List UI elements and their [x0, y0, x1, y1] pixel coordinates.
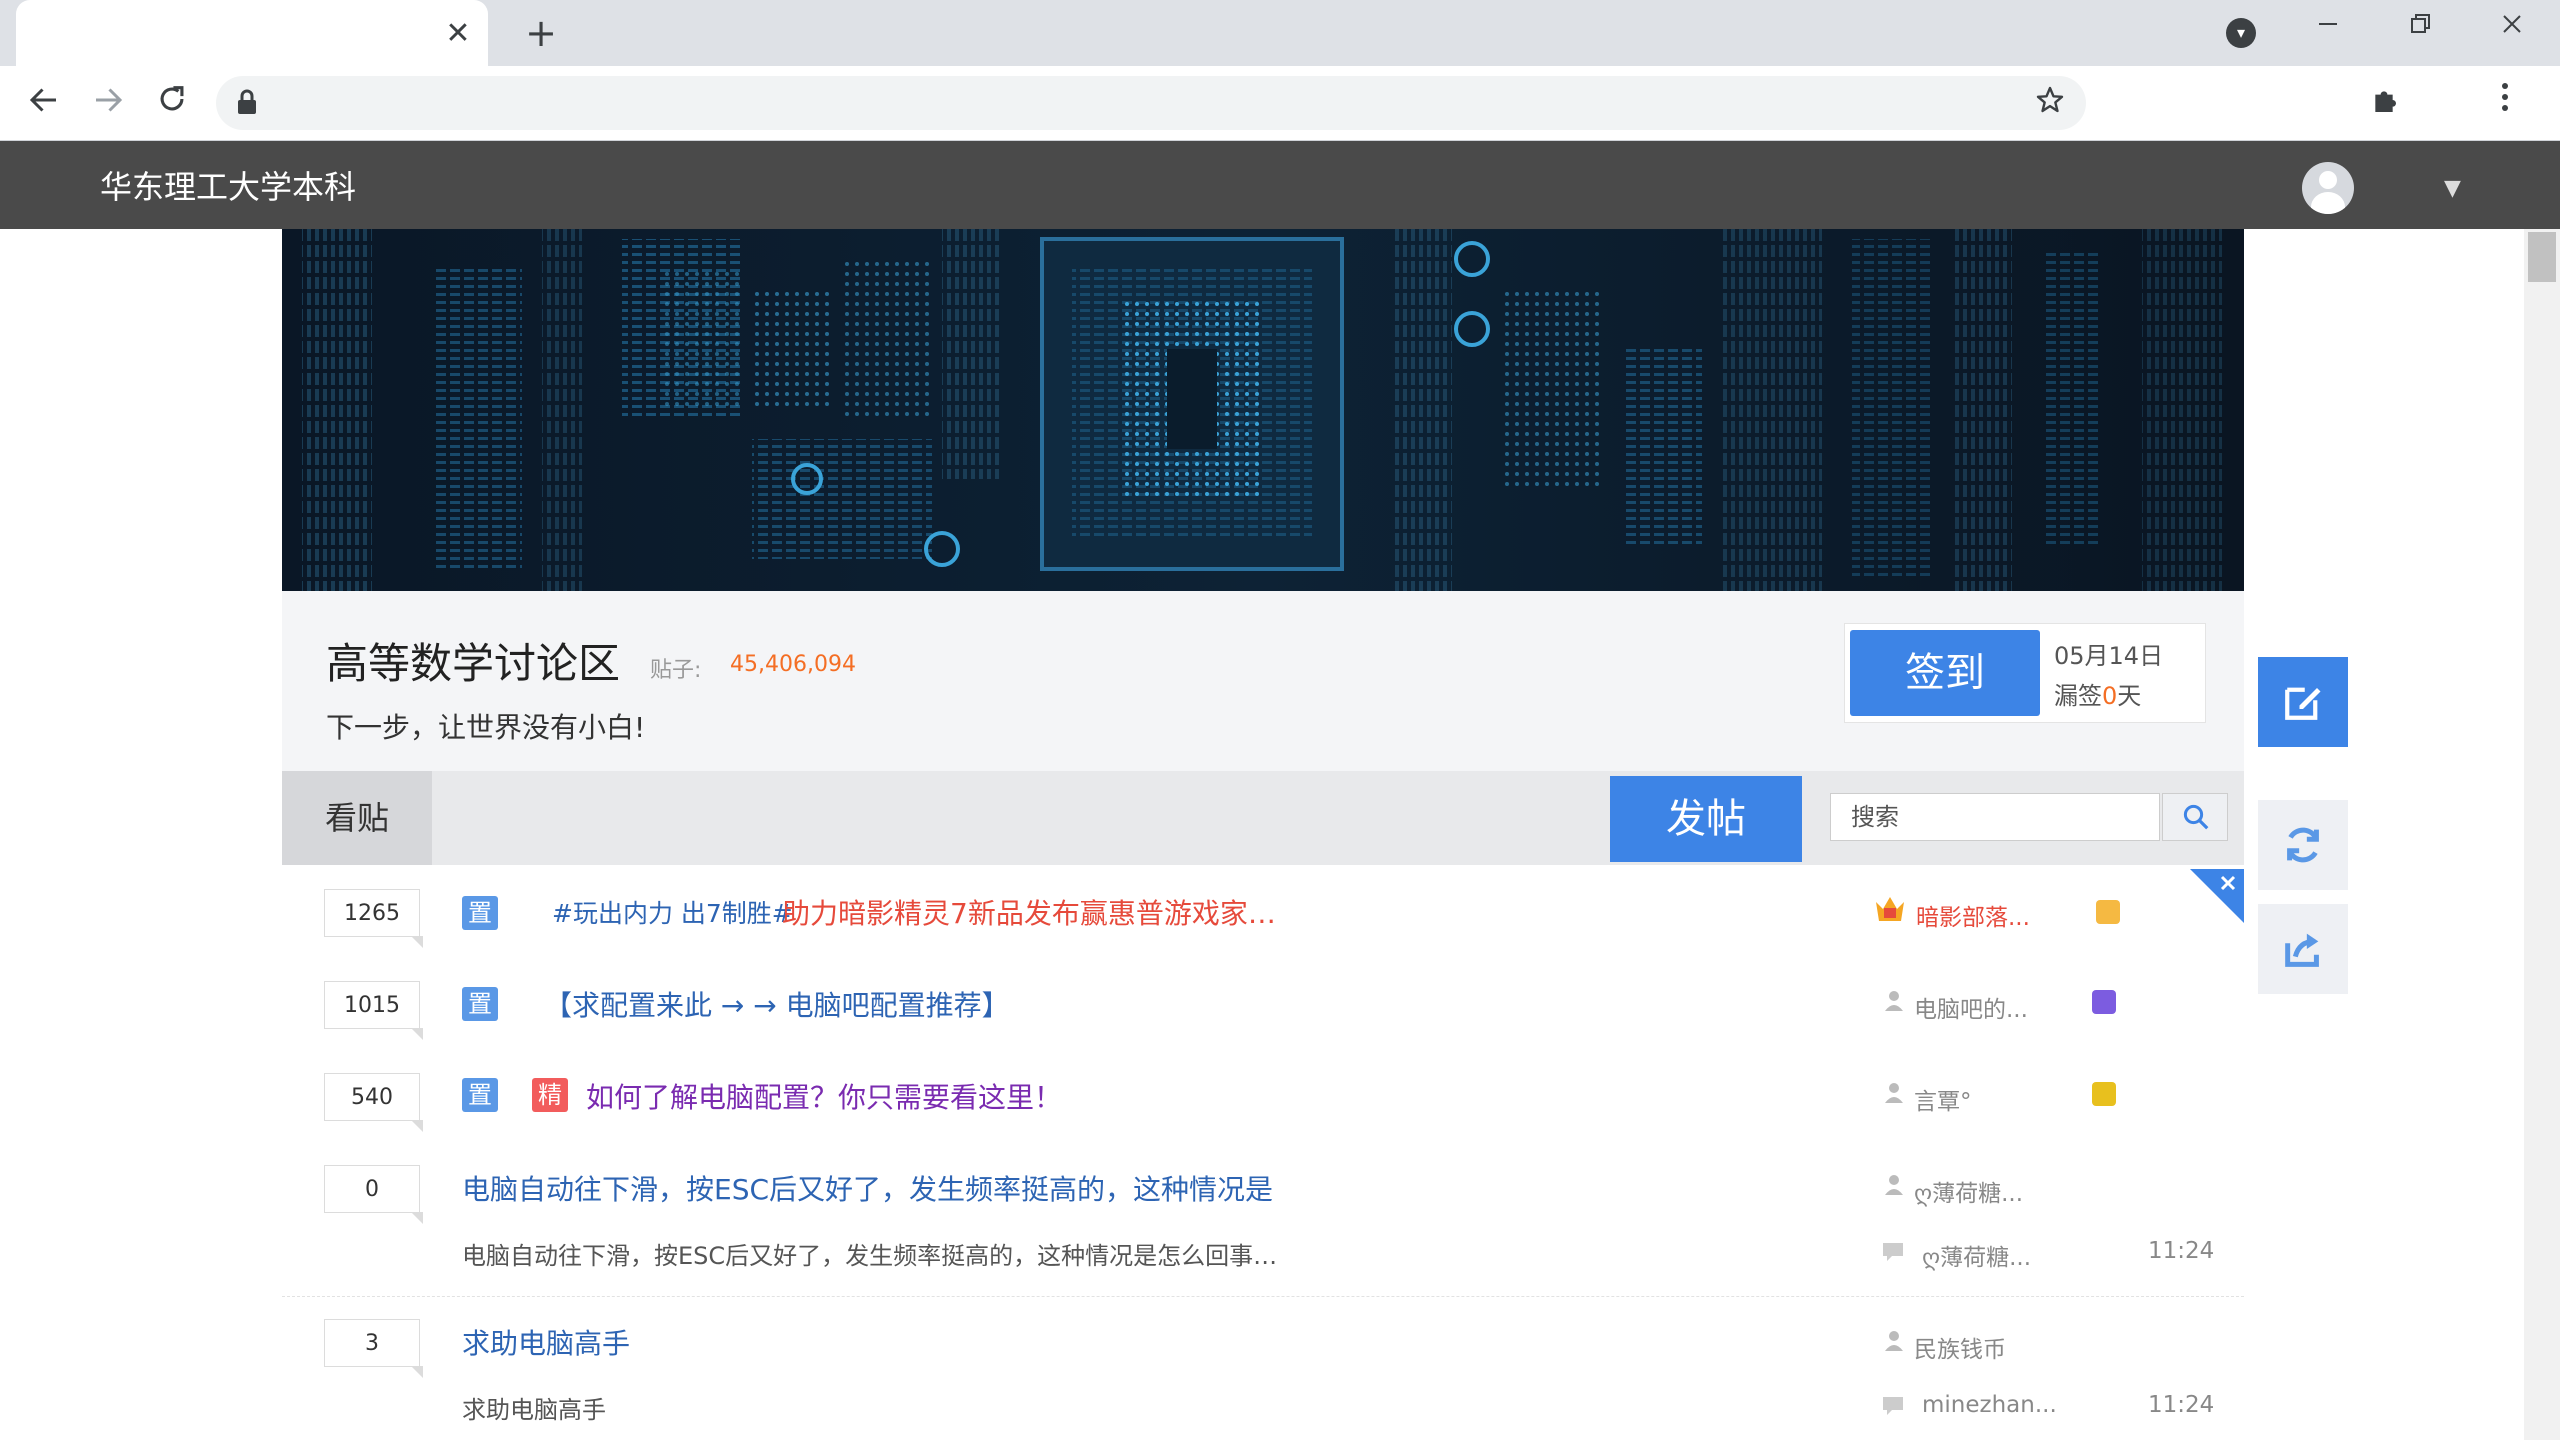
thread-author[interactable]: 言覃°: [1914, 1082, 1972, 1116]
thread-summary: 电脑自动往下滑，按ESC后又好了，发生频率挺高的，这种情况是怎么回事…: [462, 1242, 1278, 1270]
user-level-icon: [2092, 990, 2116, 1014]
edit-icon: [2282, 681, 2324, 727]
thread-title[interactable]: 如何了解电脑配置？你只需要看这里！: [586, 1076, 1062, 1116]
user-icon: [1884, 990, 1904, 1016]
thread-title[interactable]: 电脑自动往下滑，按ESC后又好了，发生频率挺高的，这种情况是: [462, 1168, 1273, 1208]
thread-author[interactable]: 暗影部落...: [1916, 898, 2030, 932]
arrow-right-icon[interactable]: [86, 82, 130, 126]
restore-icon[interactable]: [2390, 8, 2450, 48]
signin-date: 05月14日: [2054, 642, 2164, 670]
forum-banner-image: [282, 229, 2244, 591]
featured-tag: 精: [532, 1078, 568, 1112]
share-button[interactable]: [2258, 904, 2348, 994]
thread-title[interactable]: 求助电脑高手: [462, 1322, 630, 1362]
signin-missed-count: 0: [2102, 682, 2118, 710]
window-close-icon[interactable]: [2482, 8, 2542, 48]
last-reply-time: 11:24: [2148, 1238, 2215, 1264]
address-bar[interactable]: [216, 76, 2086, 130]
thread-author[interactable]: 民族钱币: [1914, 1330, 2006, 1364]
thread-title[interactable]: 助力暗影精灵7新品发布赢惠普游戏家…: [782, 892, 1276, 932]
reply-count: 1265: [324, 889, 423, 948]
site-name[interactable]: 华东理工大学本科: [100, 162, 356, 208]
site-header-bar: [0, 141, 2560, 229]
close-ad-icon[interactable]: [2190, 869, 2244, 927]
comment-icon: [1882, 1396, 1904, 1420]
star-icon[interactable]: [2034, 84, 2066, 125]
last-reply-author[interactable]: ღ薄荷糖...: [1922, 1238, 2031, 1272]
page-scrollbar[interactable]: [2524, 229, 2560, 1440]
crown-icon: [1874, 894, 1906, 928]
refresh-button[interactable]: [2258, 800, 2348, 890]
tab-view-posts[interactable]: 看贴: [282, 771, 432, 865]
comment-icon: [1882, 1242, 1904, 1266]
minimize-icon[interactable]: [2298, 8, 2358, 48]
reply-count: 3: [324, 1319, 423, 1378]
chevron-down-icon[interactable]: ▼: [2444, 176, 2461, 201]
user-level-icon: [2092, 1082, 2116, 1106]
signin-missed-days: 漏签0天: [2054, 676, 2141, 711]
thread-author[interactable]: 电脑吧的...: [1914, 990, 2028, 1024]
avatar[interactable]: [2302, 162, 2354, 214]
row-divider: [282, 1296, 2244, 1297]
pinned-tag: 置项: [462, 1078, 498, 1143]
search-button[interactable]: [2162, 793, 2228, 841]
kebab-menu-icon[interactable]: [2500, 80, 2510, 123]
edit-button[interactable]: [2258, 657, 2348, 747]
signin-button[interactable]: 签到: [1850, 630, 2040, 716]
tab-close-icon[interactable]: ✕: [438, 14, 478, 54]
reply-count: 1015: [324, 981, 423, 1040]
pinned-tag: 置项: [462, 987, 498, 1052]
user-icon: [1884, 1082, 1904, 1108]
arrow-left-icon[interactable]: [22, 82, 66, 126]
last-reply-author[interactable]: minezhan...: [1922, 1392, 2057, 1418]
refresh-icon: [2280, 822, 2326, 872]
tab-search-icon[interactable]: ▾: [2226, 18, 2256, 48]
browser-tab[interactable]: [16, 0, 488, 66]
thread-title[interactable]: 【求配置来此 → → 电脑吧配置推荐】: [544, 984, 1010, 1024]
post-count-label: 贴子:: [650, 658, 702, 683]
user-icon: [1884, 1174, 1904, 1200]
new-post-button[interactable]: 发帖: [1610, 776, 1802, 862]
search-icon: [2181, 802, 2211, 836]
signin-missed-suffix: 天: [2117, 682, 2142, 710]
reload-icon[interactable]: [150, 82, 194, 126]
pinned-tag: 置项: [462, 896, 498, 961]
user-icon: [1884, 1330, 1904, 1356]
forum-slogan: 下一步，让世界没有小白!: [326, 711, 646, 744]
thread-summary: 求助电脑高手: [462, 1396, 606, 1424]
thread-topic-prefix[interactable]: #玩出内力 出7制胜#: [552, 894, 793, 930]
user-level-icon: [2096, 900, 2120, 924]
reply-count: 0: [324, 1165, 423, 1224]
thread-author[interactable]: ღ薄荷糖...: [1914, 1174, 2023, 1208]
share-icon: [2280, 926, 2326, 976]
new-tab-button[interactable]: +: [518, 10, 564, 56]
last-reply-time: 11:24: [2148, 1392, 2215, 1418]
forum-title[interactable]: 高等数学讨论区: [326, 630, 620, 691]
puzzle-icon[interactable]: [2370, 84, 2402, 124]
search-input[interactable]: [1830, 793, 2160, 841]
scrollbar-thumb[interactable]: [2528, 232, 2556, 282]
reply-count: 540: [324, 1073, 423, 1132]
lock-icon[interactable]: [236, 88, 264, 118]
post-count: 45,406,094: [730, 652, 856, 677]
signin-missed-prefix: 漏签: [2054, 682, 2102, 710]
